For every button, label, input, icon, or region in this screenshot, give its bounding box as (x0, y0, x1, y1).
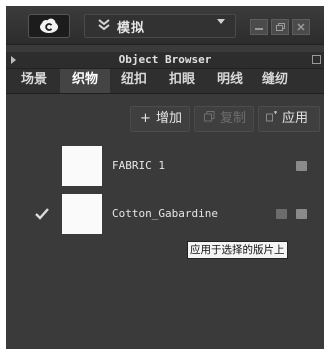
apply-button[interactable]: 应用 (258, 106, 320, 132)
undock-icon[interactable] (312, 55, 321, 64)
browser-tabs: 场景 织物 纽扣 扣眼 明线 缝纫 (6, 69, 324, 94)
mode-label: 模拟 (117, 21, 146, 36)
tab-topstitch[interactable]: 明线 (210, 69, 250, 93)
object-browser-titlebar: Object Browser (6, 52, 324, 69)
tab-button[interactable]: 纽扣 (114, 69, 154, 93)
window-controls (250, 19, 310, 35)
double-chevron-down-icon (98, 19, 110, 31)
restore-icon[interactable] (271, 19, 289, 35)
apply-tooltip: 应用于选择的版片上 (187, 241, 288, 259)
cloud-logo-icon (40, 18, 58, 33)
tab-scene[interactable]: 场景 (14, 69, 54, 93)
fabric-list-item[interactable]: FABRIC 1 (6, 146, 324, 194)
fabric-swatch (62, 194, 102, 234)
minimize-icon[interactable] (250, 19, 268, 35)
mode-selector[interactable]: 模拟 (84, 14, 236, 38)
fabric-swatch (62, 146, 102, 186)
plus-icon: + (140, 111, 151, 126)
top-toolbar: 模拟 (6, 6, 324, 45)
tab-fabric[interactable]: 织物 (60, 69, 110, 93)
delete-icon[interactable] (276, 209, 287, 219)
apply-icon (265, 107, 278, 131)
tab-buttonhole[interactable]: 扣眼 (162, 69, 202, 93)
app-window: 模拟 Object Browser 场景 织物 纽扣 扣眼 明线 缝纫 + 增加… (6, 6, 324, 349)
add-button[interactable]: + 增加 (130, 106, 190, 132)
apply-label: 应用 (282, 111, 309, 126)
save-icon[interactable] (296, 209, 307, 219)
add-label: 增加 (156, 111, 183, 126)
cloud-logo-button[interactable] (28, 14, 70, 38)
check-icon (35, 208, 49, 220)
copy-button[interactable]: 复制 (194, 106, 254, 132)
save-icon[interactable] (296, 161, 307, 171)
copy-label: 复制 (220, 111, 247, 126)
fabric-name: FABRIC 1 (112, 159, 165, 172)
fabric-name: Cotton_Gabardine (112, 207, 218, 220)
copy-icon (203, 107, 216, 131)
fabric-actions: + 增加 复制 应用 (6, 106, 324, 134)
tab-sewing[interactable]: 缝纫 (258, 69, 324, 93)
fabric-list-item[interactable]: Cotton_Gabardine (6, 194, 324, 242)
panel-title: Object Browser (118, 53, 212, 66)
caret-down-icon[interactable] (217, 19, 225, 24)
close-icon[interactable] (292, 19, 310, 35)
